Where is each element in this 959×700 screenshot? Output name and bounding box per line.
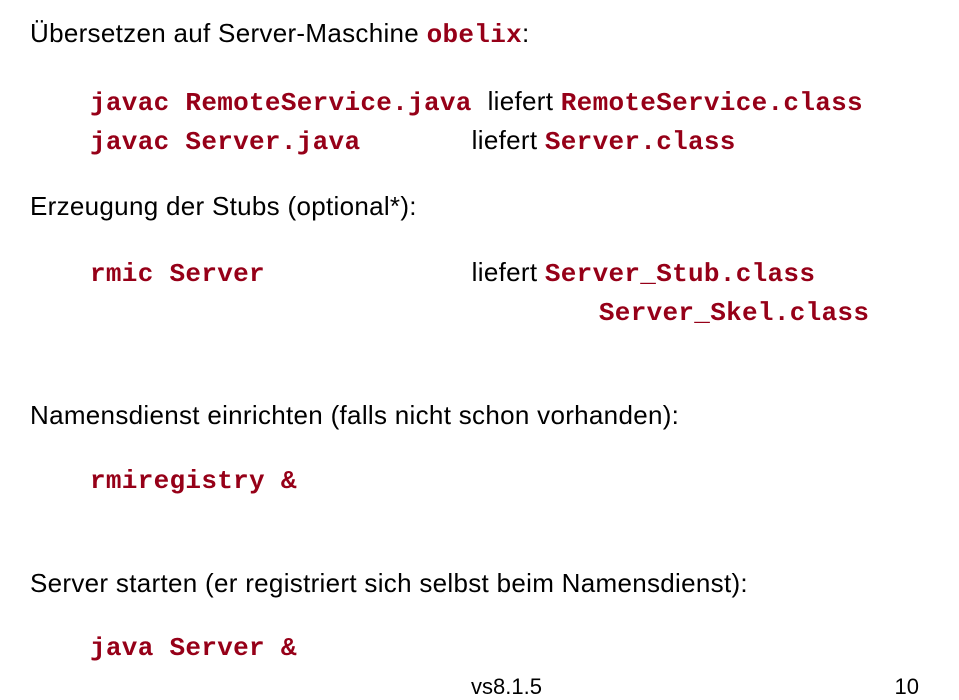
page-title: Übersetzen auf Server-Maschine obelix: (30, 15, 929, 55)
cmd3-out1: Server_Stub.class (545, 259, 815, 289)
cmd2-file: Server.java (185, 127, 471, 157)
cmd2-javac: javac (90, 127, 185, 157)
cmd1-file: RemoteService.java (185, 88, 487, 118)
footer-center: vs8.1.5 (471, 674, 542, 700)
rmic-line-1: rmic Server liefert Server_Stub.class (90, 254, 929, 294)
nameservice-heading: Namensdienst einrichten (falls nicht sch… (30, 397, 929, 435)
cmd3-pad (90, 298, 599, 328)
javaserver-cmd: java Server & (90, 630, 929, 668)
rmiregistry-cmd: rmiregistry & (90, 463, 929, 501)
cmd3-liefert: liefert (472, 257, 545, 287)
compile-line-1: javac RemoteService.java liefert RemoteS… (90, 83, 929, 123)
footer-page-number: 10 (895, 674, 919, 700)
cmd3-rmic: rmic Server (90, 259, 472, 289)
title-machine: obelix (427, 20, 522, 50)
serverstart-heading: Server starten (er registriert sich selb… (30, 565, 929, 603)
title-suffix: : (522, 18, 530, 48)
cmd3-out2: Server_Skel.class (599, 298, 869, 328)
cmd1-javac: javac (90, 88, 185, 118)
rmic-line-2: Server_Skel.class (90, 293, 929, 333)
stubs-heading: Erzeugung der Stubs (optional*): (30, 188, 929, 226)
title-prefix: Übersetzen auf Server-Maschine (30, 18, 427, 48)
cmd2-liefert: liefert (472, 125, 545, 155)
cmd1-out: RemoteService.class (561, 88, 863, 118)
cmd1-liefert: liefert (488, 86, 561, 116)
compile-line-2: javac Server.java liefert Server.class (90, 122, 929, 162)
cmd2-out: Server.class (545, 127, 736, 157)
